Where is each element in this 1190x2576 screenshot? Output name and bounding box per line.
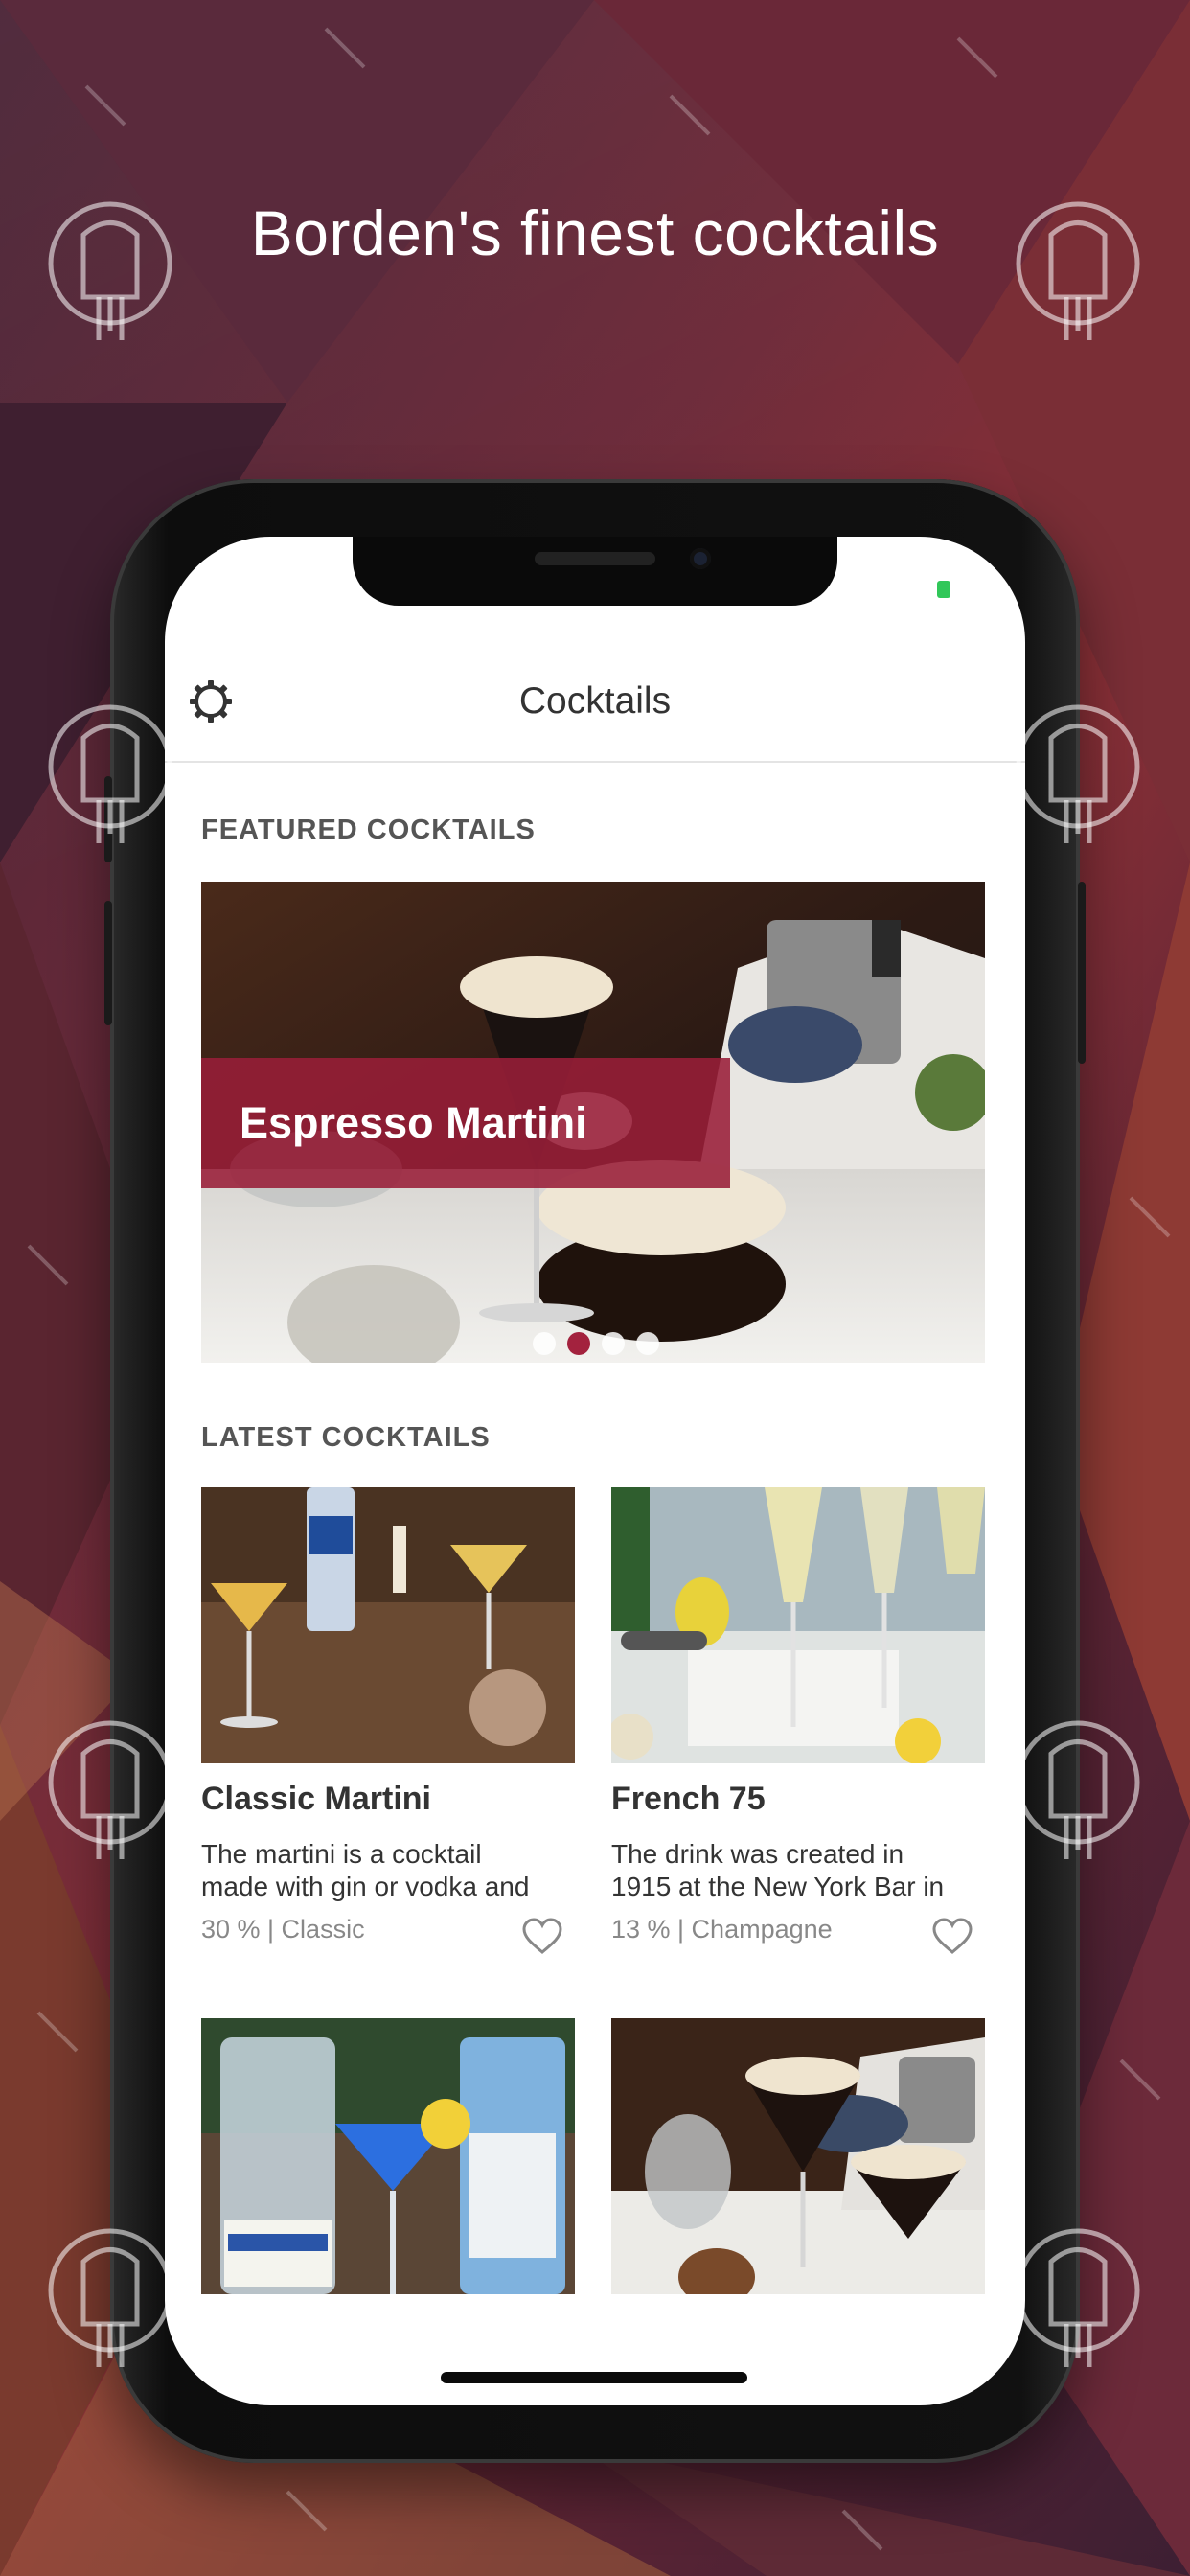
cocktail-meta: 30 % | Classic <box>201 1915 365 1944</box>
cocktail-photo <box>611 2018 985 2294</box>
latest-section-title: LATEST COCKTAILS <box>201 1422 491 1453</box>
cocktail-photo <box>201 2018 575 2294</box>
cocktail-description-line: The drink was created in <box>611 1839 904 1869</box>
page-dot-1[interactable] <box>533 1332 556 1355</box>
phone-power-button <box>1078 882 1086 1064</box>
cocktail-photo <box>201 1487 575 1763</box>
cocktail-card[interactable]: French 75 The drink was created in 1915 … <box>611 1487 985 1966</box>
heart-icon[interactable] <box>521 1917 563 1955</box>
featured-section-title: FEATURED COCKTAILS <box>201 815 536 845</box>
heart-icon[interactable] <box>931 1917 973 1955</box>
cocktail-description-line: made with gin or vodka and <box>201 1872 530 1901</box>
marketing-headline: Borden's finest cocktails <box>250 197 940 268</box>
speaker-grille <box>535 552 655 565</box>
cocktail-name: Classic Martini <box>201 1781 431 1817</box>
cocktail-name: French 75 <box>611 1781 766 1817</box>
cocktail-description-line: 1915 at the New York Bar in <box>611 1872 945 1901</box>
page-title: Cocktails <box>518 680 672 722</box>
page-dot-2[interactable] <box>567 1332 590 1355</box>
battery-icon <box>937 581 950 598</box>
front-camera <box>690 548 711 569</box>
cocktail-card[interactable] <box>611 2018 985 2294</box>
cocktail-card[interactable]: Classic Martini The martini is a cocktai… <box>201 1487 575 1966</box>
home-indicator[interactable] <box>441 2372 747 2383</box>
cocktail-description: The martini is a cocktail made with gin … <box>201 1838 575 1903</box>
navigation-bar: Cocktails <box>165 642 1025 763</box>
gear-icon[interactable] <box>186 677 236 726</box>
cocktail-description: The drink was created in 1915 at the New… <box>611 1838 985 1903</box>
featured-cocktail-name: Espresso Martini <box>240 1098 587 1147</box>
phone-side-button <box>104 776 112 862</box>
phone-screen: Cocktails FEATURED COCKTAILS Espresso Ma… <box>165 537 1025 2405</box>
cocktail-description-line: The martini is a cocktail <box>201 1839 482 1869</box>
phone-volume-button <box>104 901 112 1025</box>
phone-notch <box>353 537 837 606</box>
page-dot-4[interactable] <box>636 1332 659 1355</box>
featured-caption: Espresso Martini <box>201 1058 730 1188</box>
cocktail-card[interactable] <box>201 2018 575 2294</box>
page-dot-3[interactable] <box>602 1332 625 1355</box>
cocktail-meta: 13 % | Champagne <box>611 1915 833 1944</box>
featured-carousel[interactable]: Espresso Martini <box>201 882 985 1363</box>
cocktail-photo <box>611 1487 985 1763</box>
